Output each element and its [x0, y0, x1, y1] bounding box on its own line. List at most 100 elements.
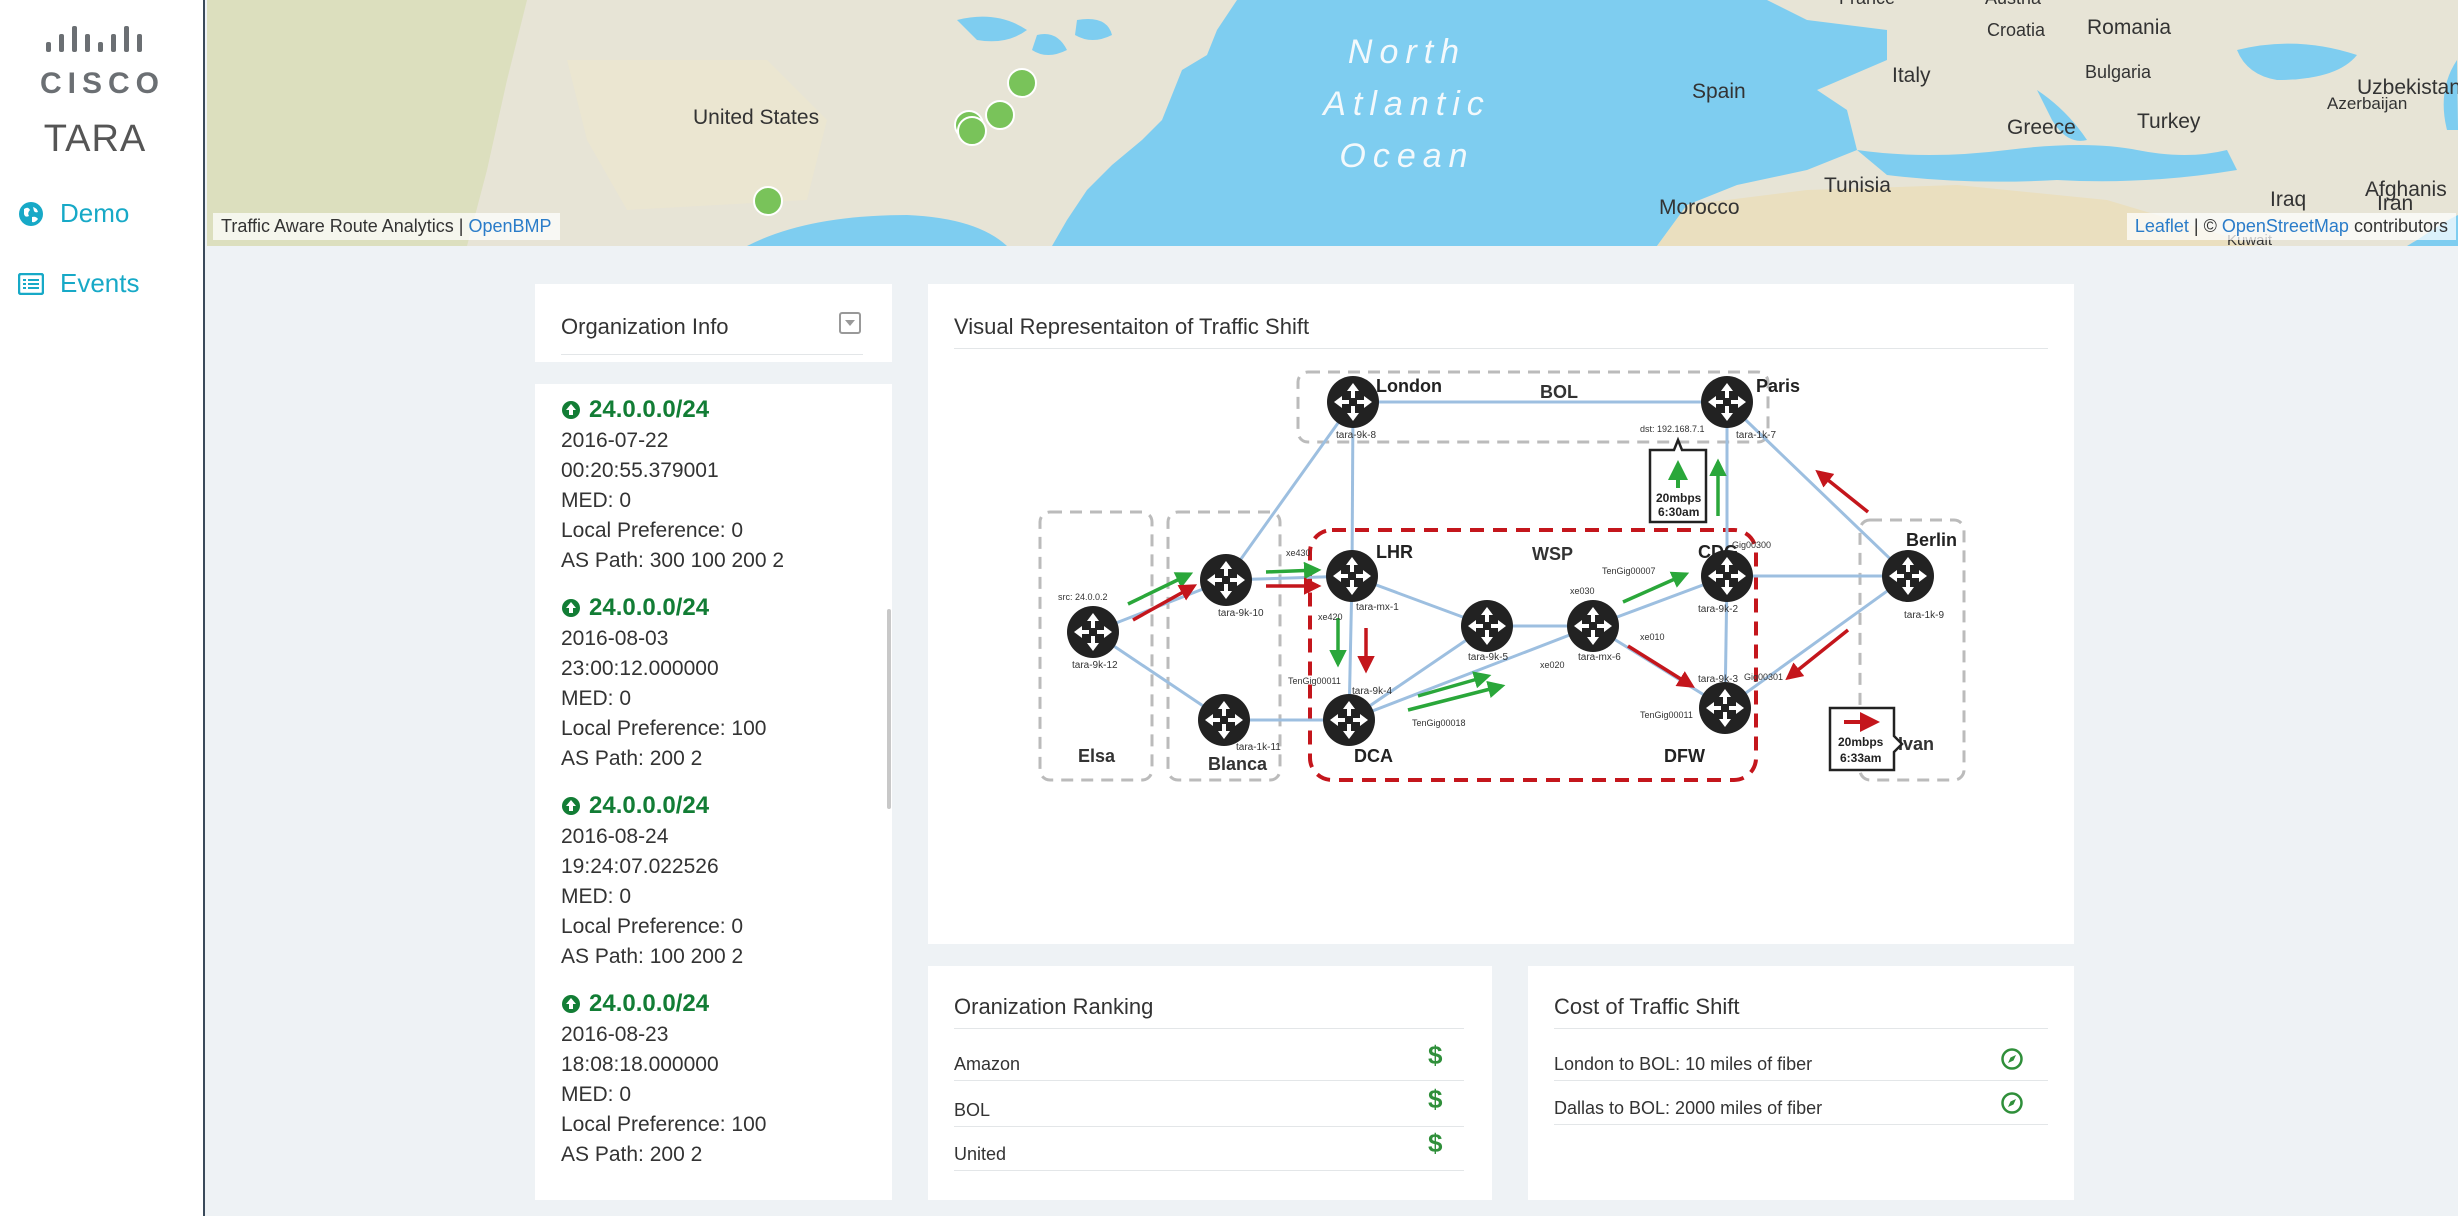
- map-marker[interactable]: [985, 100, 1015, 130]
- map-label-ocean: North Atlantic Ocean: [1323, 33, 1491, 175]
- divider: [1554, 1028, 2048, 1029]
- dollar-icon: $: [1428, 1040, 1443, 1070]
- ranking-row-label: United: [954, 1144, 1007, 1164]
- map-attribution-right: Leaflet | © OpenStreetMap contributors: [2126, 213, 2456, 240]
- label-xe430: xe430: [1286, 548, 1311, 558]
- announcement-prefix: 24.0.0.0/24: [561, 988, 861, 1020]
- map-label-austria: Austria: [1985, 0, 2041, 9]
- divider: [954, 1126, 1464, 1127]
- announcement-as-path: AS Path: 300 100 200 2: [561, 549, 785, 572]
- router-dfw[interactable]: [1699, 682, 1751, 734]
- announcement-date: 2016-08-03: [561, 627, 669, 650]
- attribution-separator: | ©: [2193, 216, 2217, 236]
- announcement-local-pref: Local Preference: 0: [561, 519, 744, 542]
- ranking-card: Oranization Ranking Amazon $ BOL $ Unite…: [928, 966, 1492, 1200]
- announcement-entry: 24.0.0.0/24 2016-08-24 19:24:07.022526 M…: [561, 790, 861, 972]
- map-attribution-left: Traffic Aware Route Analytics | OpenBMP: [213, 213, 560, 240]
- nav-item-label: Events: [60, 268, 140, 298]
- sidebar: CISCO TARA Demo Events: [0, 0, 205, 1216]
- map-marker[interactable]: [1007, 68, 1037, 98]
- label-xe010: xe010: [1640, 632, 1665, 642]
- announcement-as-path: AS Path: 100 200 2: [561, 945, 744, 968]
- nav-item-label: Demo: [60, 198, 130, 228]
- router-dca[interactable]: [1323, 694, 1375, 746]
- prefix-text: 24.0.0.0/24: [589, 396, 710, 423]
- callout-top-time: 6:30am: [1658, 505, 1699, 519]
- nav-item-events[interactable]: Events: [18, 268, 140, 299]
- callout-bottom-time: 6:33am: [1840, 751, 1881, 765]
- router-tara-9k-10[interactable]: [1200, 554, 1252, 606]
- announcement-date: 2016-08-23: [561, 1023, 669, 1046]
- announcement-as-path: AS Path: 200 2: [561, 1143, 703, 1166]
- announcement-entry: 24.0.0.0/24 2016-08-23 18:08:18.000000 M…: [561, 988, 861, 1170]
- arrow-up-circle-icon: [562, 599, 580, 617]
- label-tengig11: TenGig00011: [1288, 676, 1341, 686]
- node-id-tara-9k-5: tara-9k-5: [1468, 652, 1508, 663]
- list-icon: [18, 272, 44, 295]
- router-elsa[interactable]: [1067, 606, 1119, 658]
- map-label-croatia: Croatia: [1987, 20, 2046, 40]
- leaflet-link[interactable]: Leaflet: [2135, 216, 2189, 236]
- scrollbar-thumb[interactable]: [887, 609, 891, 809]
- label-tengig11b: TenGig00011: [1640, 710, 1693, 720]
- openbmp-link[interactable]: OpenBMP: [468, 216, 551, 236]
- callout-top-rate: 20mbps: [1656, 491, 1702, 505]
- node-label-dfw: DFW: [1664, 746, 1705, 766]
- label-gig301: Gig00301: [1744, 672, 1783, 682]
- traffic-shift-card: Visual Representaiton of Traffic Shift B…: [928, 284, 2074, 944]
- node-id-cdg: tara-9k-2: [1698, 604, 1738, 615]
- node-id-dfw: tara-9k-3: [1698, 674, 1738, 685]
- announcement-prefix: 24.0.0.0/24: [561, 592, 861, 624]
- arrow-up-circle-icon: [562, 995, 580, 1013]
- map-label-spain: Spain: [1692, 80, 1746, 103]
- router-tara-9k-5[interactable]: [1461, 600, 1513, 652]
- announcement-entry: 24.0.0.0/24 2016-08-03 23:00:12.000000 M…: [561, 592, 861, 774]
- divider: [1554, 1124, 2048, 1125]
- map-label-greece: Greece: [2007, 116, 2076, 139]
- announcement-date: 2016-08-24: [561, 825, 669, 848]
- dollar-icon: $: [1428, 1084, 1443, 1114]
- org-info-title: Organization Info: [561, 314, 729, 339]
- label-src: src: 24.0.0.2: [1058, 592, 1108, 602]
- node-label-dca: DCA: [1354, 746, 1393, 766]
- callout-bottom: 20mbps 6:33am: [1828, 706, 1904, 772]
- router-berlin[interactable]: [1882, 550, 1934, 602]
- node-label-paris: Paris: [1756, 376, 1800, 396]
- node-label-berlin: Berlin: [1906, 530, 1957, 550]
- announcement-prefix: 24.0.0.0/24: [561, 790, 861, 822]
- map-marker[interactable]: [957, 116, 987, 146]
- map-label-turkey: Turkey: [2137, 110, 2201, 133]
- callout-bottom-rate: 20mbps: [1838, 735, 1884, 749]
- router-paris[interactable]: [1701, 376, 1753, 428]
- collapse-toggle-icon[interactable]: [839, 312, 861, 334]
- router-lhr[interactable]: [1326, 550, 1378, 602]
- router-london[interactable]: [1327, 376, 1379, 428]
- divider: [1554, 1080, 2048, 1081]
- label-tengig18: TenGig00018: [1412, 718, 1466, 728]
- announcement-entry: 24.0.0.0/24 2016-07-22 00:20:55.379001 M…: [561, 394, 861, 576]
- cost-title: Cost of Traffic Shift: [1554, 994, 1740, 1019]
- label-gig300: Gig00300: [1732, 540, 1771, 550]
- cost-card: Cost of Traffic Shift London to BOL: 10 …: [1528, 966, 2074, 1200]
- announcement-list[interactable]: 24.0.0.0/24 2016-07-22 00:20:55.379001 M…: [535, 384, 892, 1200]
- divider: [954, 1080, 1464, 1081]
- node-id-berlin: tara-1k-9: [1904, 610, 1944, 621]
- map-label-romania: Romania: [2087, 16, 2172, 39]
- nav-item-demo[interactable]: Demo: [18, 198, 129, 229]
- group-label-elsa: Elsa: [1078, 746, 1116, 766]
- arrow-up-circle-icon: [562, 401, 580, 419]
- attribution-text: Traffic Aware Route Analytics |: [221, 216, 464, 236]
- router-tara-mx-6[interactable]: [1567, 600, 1619, 652]
- node-id-london: tara-9k-8: [1336, 430, 1376, 441]
- openstreetmap-link[interactable]: OpenStreetMap: [2222, 216, 2349, 236]
- logo-wordmark: CISCO: [40, 67, 166, 100]
- world-map[interactable]: United States North Atlantic Ocean Spain…: [207, 0, 2458, 246]
- map-label-tunisia: Tunisia: [1824, 174, 1891, 197]
- map-marker[interactable]: [753, 186, 783, 216]
- app-brand: TARA: [43, 118, 147, 160]
- attribution-tail: contributors: [2353, 216, 2448, 236]
- router-blanca[interactable]: [1198, 694, 1250, 746]
- callout-top: 20mbps 6:30am: [1648, 436, 1708, 524]
- map-label-bulgaria: Bulgaria: [2085, 62, 2152, 82]
- group-label-bol: BOL: [1540, 382, 1578, 402]
